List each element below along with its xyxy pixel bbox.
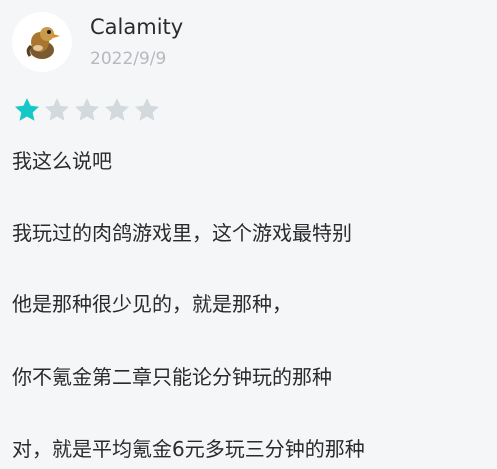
star-empty-icon: [74, 98, 100, 121]
review-text-line: 你不氪金第二章只能论分钟玩的那种: [12, 365, 332, 389]
star-empty-icon: [104, 98, 130, 121]
review-text-line: 他是那种很少见的，就是那种，: [12, 292, 292, 316]
user-avatar[interactable]: [12, 12, 72, 72]
goose-avatar-icon: [26, 27, 60, 59]
star-empty-icon: [44, 98, 70, 121]
review-card: Calamity 2022/9/9 我这么说吧 我玩过的肉鸽游戏里，这个游戏最特…: [0, 0, 497, 469]
review-text-line: 我这么说吧: [12, 149, 112, 173]
review-text-line: 我玩过的肉鸽游戏里，这个游戏最特别: [12, 221, 352, 245]
username[interactable]: Calamity: [90, 13, 183, 41]
star-filled-icon: [14, 98, 40, 121]
user-meta: Calamity 2022/9/9: [90, 13, 183, 71]
star-empty-icon: [134, 98, 160, 121]
review-date: 2022/9/9: [90, 49, 167, 69]
review-text-line: 对，就是平均氪金6元多玩三分钟的那种: [12, 437, 365, 461]
star-rating: [13, 96, 163, 124]
review-header: Calamity 2022/9/9: [12, 12, 183, 72]
